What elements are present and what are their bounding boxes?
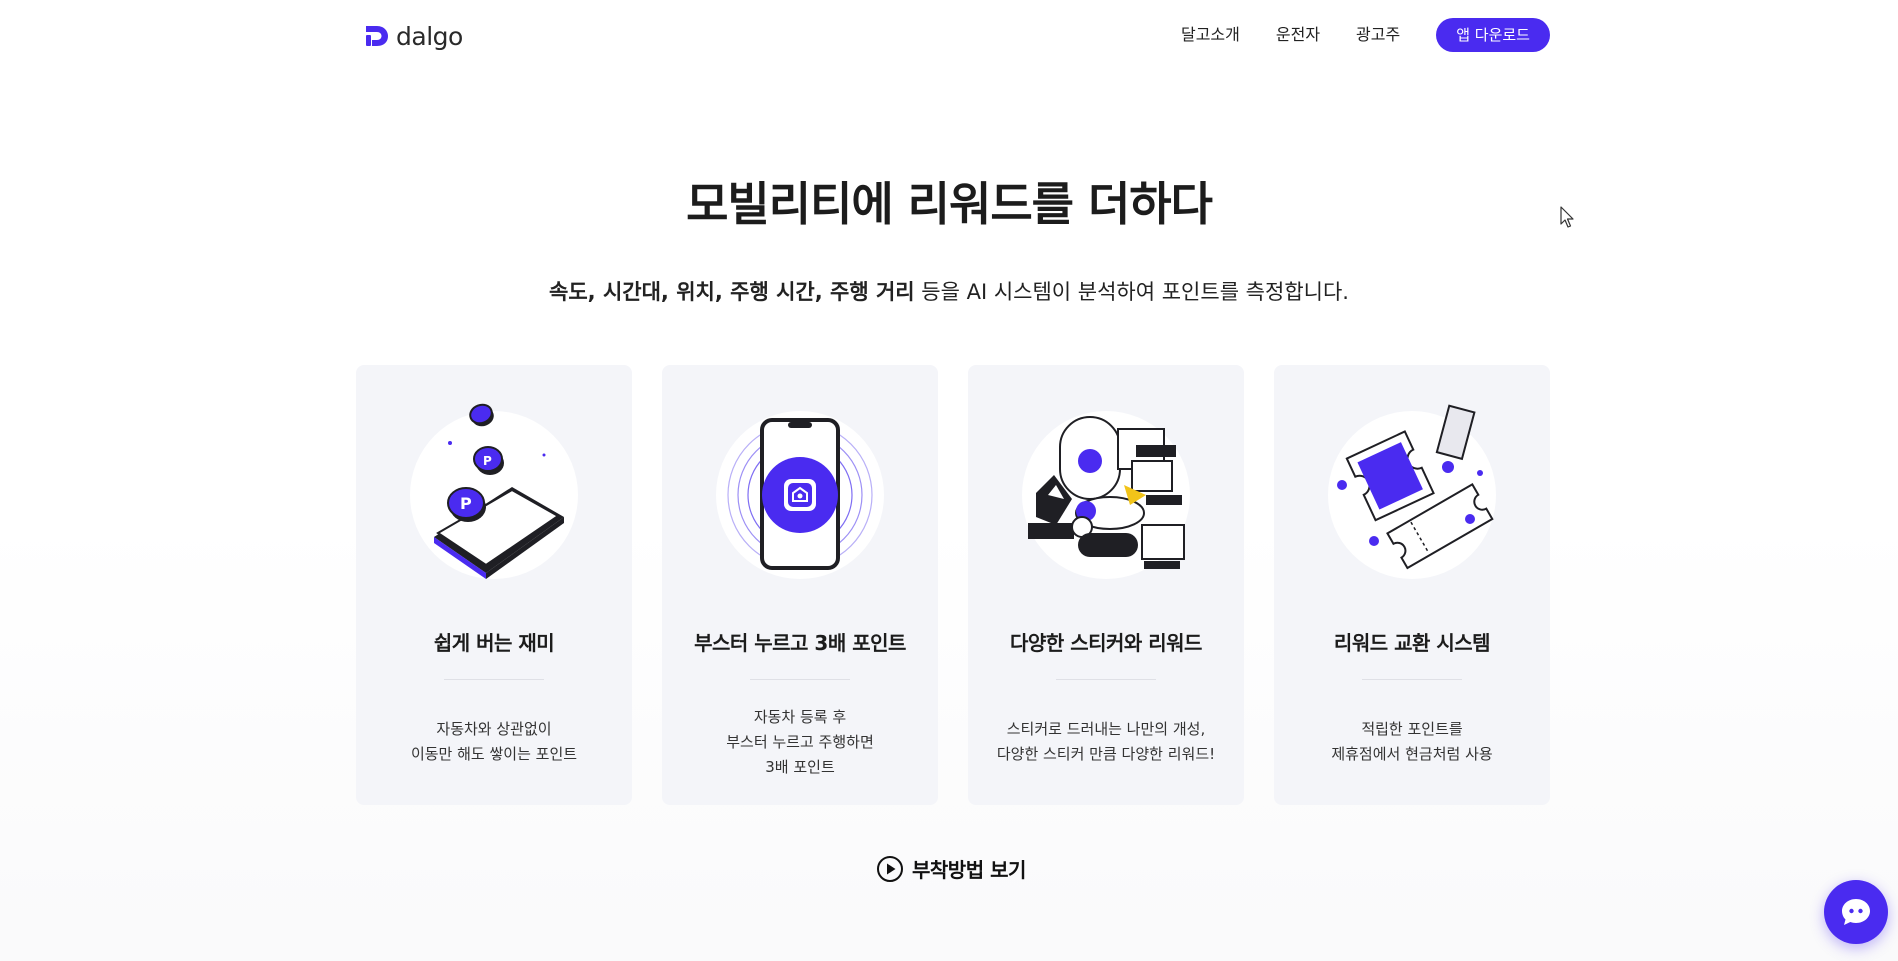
tickets-icon (1328, 404, 1496, 579)
stickers-icon (1022, 411, 1190, 579)
feature-card: P P 쉽게 버는 재미 자동차와 상관없이 이동만 해도 쌓이는 포인트 (356, 365, 632, 805)
chat-button[interactable] (1824, 880, 1888, 944)
svg-text:P: P (460, 494, 472, 513)
booster-phone-icon (716, 411, 884, 579)
chat-bubble-icon (1842, 899, 1870, 925)
howto-label: 부착방법 보기 (912, 858, 1026, 882)
app-download-button[interactable]: 앱 다운로드 (1436, 18, 1550, 52)
feature-card: 리워드 교환 시스템 적립한 포인트를 제휴점에서 현금처럼 사용 (1274, 365, 1550, 805)
feature-cards: P P 쉽게 버는 재미 자동차와 상관없이 이동만 해도 쌓이는 포인트 부스… (356, 365, 1550, 805)
hero-subtitle-bold: 속도, 시간대, 위치, 주행 시간, 주행 거리 (549, 280, 915, 304)
card-title: 리워드 교환 시스템 (1333, 631, 1491, 655)
card-title: 부스터 누르고 3배 포인트 (694, 631, 906, 655)
phone-coins-icon: P P (410, 403, 578, 579)
feature-card: 부스터 누르고 3배 포인트 자동차 등록 후 부스터 누르고 주행하면 3배 … (662, 365, 938, 805)
header: dalgo 달고소개 운전자 광고주 앱 다운로드 (0, 0, 1898, 72)
card-description: 스티커로 드러내는 나만의 개성, 다양한 스티커 만큼 다양한 리워드! (996, 720, 1216, 763)
card-divider (1362, 679, 1462, 680)
card-divider (444, 679, 544, 680)
card-description: 자동차 등록 후 부스터 누르고 주행하면 3배 포인트 (726, 708, 874, 776)
howto-link[interactable]: 부착방법 보기 (876, 854, 1026, 883)
nav-item-about[interactable]: 달고소개 (1181, 18, 1240, 52)
card-description: 자동차와 상관없이 이동만 해도 쌓이는 포인트 (410, 720, 578, 763)
main-nav: 달고소개 운전자 광고주 앱 다운로드 (1181, 18, 1550, 52)
card-title: 다양한 스티커와 리워드 (1010, 631, 1202, 655)
svg-text:P: P (483, 454, 492, 468)
card-divider (1056, 679, 1156, 680)
dalgo-logo-icon (366, 26, 388, 46)
nav-item-advertisers[interactable]: 광고주 (1356, 18, 1400, 52)
nav-item-drivers[interactable]: 운전자 (1276, 18, 1320, 52)
card-title: 쉽게 버는 재미 (433, 631, 555, 655)
card-description: 적립한 포인트를 제휴점에서 현금처럼 사용 (1331, 720, 1493, 763)
hero-subtitle-rest: 등을 AI 시스템이 분석하여 포인트를 측정합니다. (914, 280, 1349, 304)
mouse-cursor-icon (1560, 206, 1574, 228)
feature-card: 다양한 스티커와 리워드 스티커로 드러내는 나만의 개성, 다양한 스티커 만… (968, 365, 1244, 805)
logo[interactable]: dalgo (364, 20, 463, 52)
play-circle-icon (877, 855, 903, 882)
hero-subtitle: 속도, 시간대, 위치, 주행 시간, 주행 거리 등을 AI 시스템이 분석하… (0, 276, 1898, 306)
hero-title: 모빌리티에 리워드를 더하다 (686, 177, 1213, 231)
page: dalgo 달고소개 운전자 광고주 앱 다운로드 모빌리티에 리워드를 더하다… (0, 0, 1898, 961)
logo-text: dalgo (396, 21, 463, 51)
card-divider (750, 679, 850, 680)
